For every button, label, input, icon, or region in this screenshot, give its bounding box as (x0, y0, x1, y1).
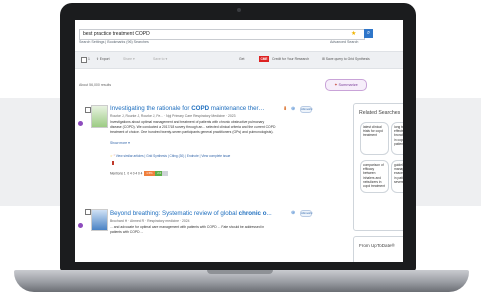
summarize-button[interactable]: ✦ Summarize (325, 79, 367, 91)
credit-link[interactable]: Credit for Your Research (272, 57, 309, 62)
result-2-badge[interactable]: Altmetric (300, 210, 313, 217)
related-search-item[interactable]: guidelines for managing exacerbations in… (391, 160, 403, 193)
result-1-title[interactable]: Investigating the rationale for COPD mai… (110, 105, 265, 112)
search-input[interactable]: best practice treatment COPD ★ (79, 29, 365, 40)
result-2-abstract: ... and advocate for optimal care manage… (110, 225, 265, 234)
uptodate-title: From UpToDate® (359, 243, 395, 248)
webcam-icon (237, 8, 241, 12)
pdf-icon[interactable]: ⬇ (283, 106, 287, 112)
search-query: best practice treatment COPD (83, 31, 150, 37)
search-settings-links[interactable]: Search Settings | Bookmarks (96) Searche… (79, 40, 149, 44)
result-2-authors: Brochard H · Ahmed R · Respiratory medic… (110, 219, 190, 223)
result-1-marker-icon (78, 121, 83, 126)
uptodate-panel: From UpToDate® (353, 236, 403, 262)
star-outline-icon: ☆ (110, 154, 113, 158)
related-search-item[interactable]: comparison of efficacy between inhalers … (360, 160, 389, 193)
result-2-marker-icon (78, 223, 83, 228)
result-1-actions[interactable]: ☆ “ View similar articles | Grid Synthes… (110, 154, 230, 158)
search-button[interactable]: ⌕ (364, 29, 373, 38)
laptop-notch (207, 270, 273, 274)
result-2-title[interactable]: Beyond breathing: Systematic review of g… (110, 210, 272, 217)
result-1-abstract: Investigations about optimal management … (110, 120, 276, 134)
quote-icon: “ (113, 154, 115, 158)
search-icon: ⌕ (366, 30, 371, 36)
results-toolbar: 1 ⇪ Export Share ▾ Save to ▾ Get CME Cre… (75, 51, 403, 69)
get-cme-button[interactable]: CME (259, 56, 269, 62)
result-1-authors: Rourke J, Rourke J, Rourke J, Fe... · Np… (110, 114, 236, 118)
related-searches-title: Related Searches (359, 110, 401, 116)
result-1-badge[interactable]: Altmetric (300, 106, 313, 113)
get-label: Get (239, 57, 245, 61)
result-1-thumbnail[interactable] (91, 105, 108, 128)
grid-synthesis-link[interactable]: ⊞ Save query to Grid Synthesis (322, 57, 370, 62)
export-button[interactable]: ⇪ Export (96, 57, 110, 62)
related-search-item[interactable]: latest clinical trials for copd treatmen… (360, 122, 389, 155)
star-icon[interactable]: ★ (351, 31, 356, 38)
show-more-link[interactable]: Show more ▾ (110, 141, 130, 145)
save-to-button[interactable]: Save to ▾ (153, 57, 167, 62)
related-search-item[interactable]: long term effects of bronchodilators in … (391, 122, 403, 155)
metric-grey-bar (162, 171, 169, 176)
laptop-screen: best practice treatment COPD ★ ⌕ Search … (75, 20, 403, 262)
result-2-thumbnail[interactable] (91, 209, 108, 231)
result-2-bookmark-icon[interactable]: ⊕ (291, 210, 295, 216)
bookmark-icon[interactable]: ⊕ (291, 106, 295, 112)
related-searches-panel: Related Searches latest clinical trials … (353, 103, 403, 231)
select-all-checkbox[interactable] (81, 57, 87, 63)
selected-count: 1 (88, 57, 90, 61)
result-1-metrics: Mentions 1 0 4 0 4 0 4 1.5% 2.0 (110, 171, 169, 176)
advanced-search-link[interactable]: Advanced Search (330, 40, 358, 44)
share-button[interactable]: Share ▾ (123, 57, 135, 62)
divider-mark (112, 161, 114, 165)
results-count: About 56,000 results (79, 83, 112, 87)
